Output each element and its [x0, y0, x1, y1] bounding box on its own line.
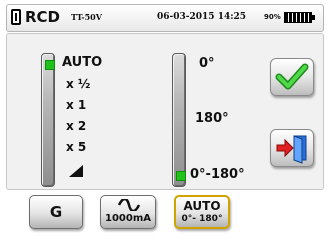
date-time: 06-03-2015 14:25 — [157, 12, 247, 22]
exit-door-icon — [276, 135, 307, 164]
current-button[interactable]: 1000mA — [100, 195, 156, 229]
ramp-icon[interactable] — [69, 165, 83, 177]
phase-button[interactable]: AUTO 0°- 180° — [174, 195, 230, 229]
checkmark-icon — [275, 63, 309, 90]
phase-slider-track[interactable] — [172, 53, 186, 187]
multiplier-selected-indicator — [45, 60, 55, 70]
settings-panel: AUTO x ½ x 1 x 2 x 5 0° 180° 0°-180° — [6, 33, 324, 190]
rcd-type-button[interactable]: G — [29, 195, 83, 229]
multiplier-slider-track[interactable] — [41, 53, 55, 187]
exit-button[interactable] — [270, 129, 314, 167]
multiplier-option-half[interactable]: x ½ — [66, 77, 90, 91]
battery-icon — [284, 12, 315, 23]
multiplier-option-2[interactable]: x 2 — [66, 119, 86, 133]
phase-button-bottom: 0°- 180° — [181, 214, 223, 224]
phase-option-0-180[interactable]: 0°-180° — [190, 167, 245, 182]
current-value: 1000mA — [105, 213, 151, 224]
rcd-device-icon — [11, 9, 21, 25]
multiplier-option-1[interactable]: x 1 — [66, 98, 86, 112]
confirm-button[interactable] — [270, 58, 314, 96]
function-title: RCD — [25, 8, 61, 26]
phase-option-180[interactable]: 180° — [195, 111, 229, 126]
phase-option-0[interactable]: 0° — [199, 56, 215, 71]
multiplier-option-5[interactable]: x 5 — [66, 140, 86, 154]
phase-button-top: AUTO — [183, 199, 221, 213]
battery-percent: 90% — [264, 13, 281, 21]
phase-selected-indicator — [176, 171, 186, 181]
rcd-type-value: G — [49, 203, 63, 221]
status-bar: RCD TT-50V 06-03-2015 14:25 90% — [6, 4, 324, 32]
multiplier-option-auto[interactable]: AUTO — [62, 55, 102, 70]
rcd-type-label: TT-50V — [71, 12, 102, 22]
ac-sine-icon — [118, 199, 140, 211]
